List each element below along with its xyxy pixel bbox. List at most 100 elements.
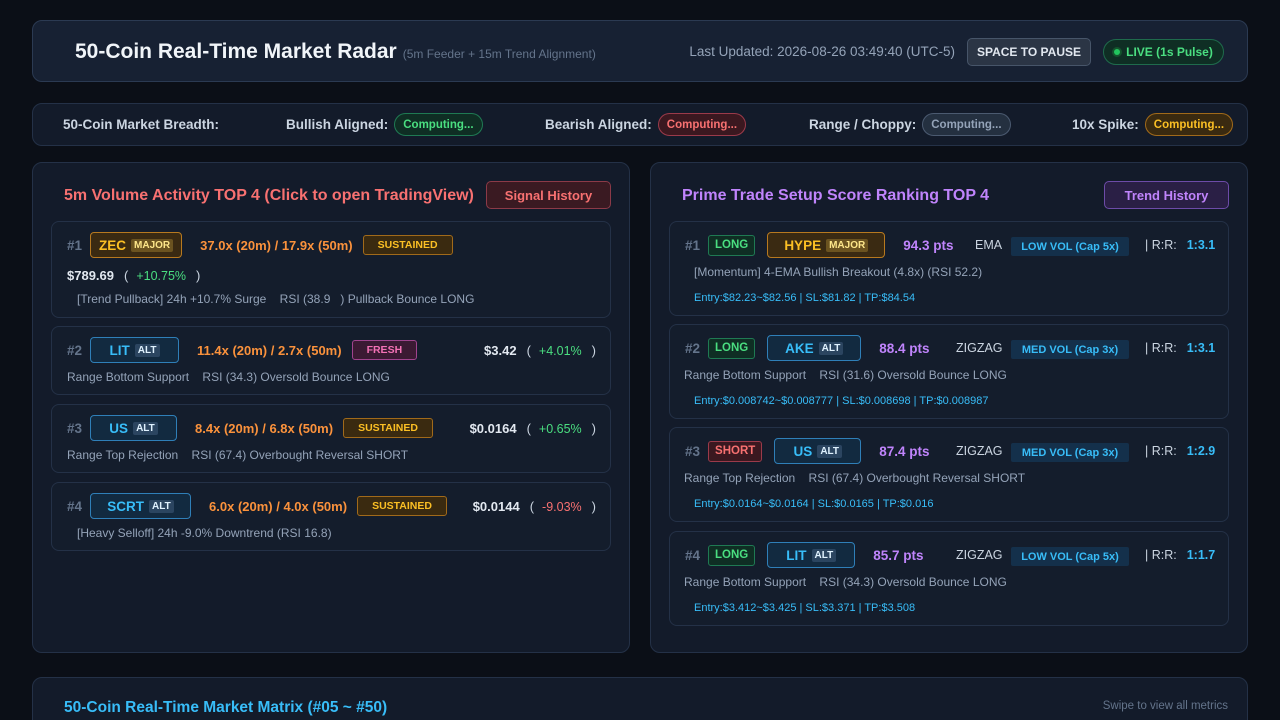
item-rank: #3 [685, 443, 701, 459]
volatility-badge: LOW VOL (Cap 5x) [1011, 547, 1129, 566]
live-status-label: LIVE (1s Pulse) [1126, 45, 1213, 59]
rr-label: | R:R: [1145, 548, 1177, 562]
setup-score: 94.3 pts [903, 237, 954, 253]
matrix-title: 50-Coin Real-Time Market Matrix (#05 ~ #… [64, 699, 388, 716]
direction-badge: LONG [708, 234, 756, 256]
volume-activity-panel: 5m Volume Activity TOP 4 (Click to open … [32, 162, 630, 653]
direction-badge: LONG [708, 337, 756, 359]
setup-score: 87.4 pts [879, 443, 930, 459]
coin-badge-scrt[interactable]: SCRT ALT [90, 493, 192, 519]
setup-score: 85.7 pts [873, 547, 924, 563]
status-badge: SUSTAINED [362, 235, 453, 255]
price-change: +4.01% [538, 343, 582, 358]
volume-multiplier: 11.4x (20m) / 2.7x (50m) [197, 342, 342, 358]
setup-description: Range Bottom Support RSI (34.3) Oversold… [684, 575, 1007, 589]
item-rank: #3 [67, 420, 83, 436]
last-updated-text: Last Updated: 2026-08-26 03:49:40 (UTC-5… [689, 44, 955, 59]
setup-panel-title: Prime Trade Setup Score Ranking TOP 4 [682, 187, 990, 204]
signal-history-button[interactable]: Signal History [486, 181, 611, 209]
signal-description: Range Bottom Support RSI (34.3) Oversold… [67, 370, 390, 384]
volatility-badge: LOW VOL (Cap 5x) [1011, 237, 1129, 256]
coin-badge-zec[interactable]: ZEC MAJOR [90, 232, 183, 258]
setup-description: Range Bottom Support RSI (31.6) Oversold… [684, 368, 1007, 382]
setup-method: ZIGZAG [956, 444, 1003, 458]
major-tag: MAJOR [131, 238, 174, 252]
price-change: +0.65% [538, 421, 582, 436]
coin-badge-lit[interactable]: LIT ALT [90, 337, 180, 363]
status-badge: SUSTAINED [343, 418, 433, 438]
status-badge: SUSTAINED [357, 496, 447, 516]
price-change: -9.03% [542, 499, 582, 514]
bullish-label: Bullish Aligned: [286, 117, 389, 132]
volume-multiplier: 37.0x (20m) / 17.9x (50m) [200, 237, 353, 253]
swipe-hint: Swipe to view all metrics [1102, 700, 1228, 712]
range-value-badge: Computing... [922, 113, 1011, 136]
spike-label: 10x Spike: [1072, 117, 1139, 132]
market-matrix-panel: 50-Coin Real-Time Market Matrix (#05 ~ #… [32, 677, 1248, 720]
volume-item-lit[interactable]: #2 LIT ALT 11.4x (20m) / 2.7x (50m) FRESH… [51, 326, 611, 395]
pause-button[interactable]: SPACE TO PAUSE [967, 38, 1091, 66]
setup-item-hype[interactable]: #1 LONG HYPE MAJOR 94.3 pts EMA LOW VOL (… [669, 221, 1229, 316]
coin-badge-lit[interactable]: LIT ALT [767, 542, 856, 568]
rr-value: 1:2.9 [1186, 444, 1216, 458]
volume-item-scrt[interactable]: #4 SCRT ALT 6.0x (20m) / 4.0x (50m) SUSTA… [51, 482, 611, 551]
rr-label: | R:R: [1145, 444, 1177, 458]
breadth-bullish: Bullish Aligned: Computing... [286, 113, 483, 136]
rr-value: 1:3.1 [1186, 341, 1216, 355]
item-rank: #1 [685, 237, 701, 253]
page-title: 50-Coin Real-Time Market Radar (5m Feeder… [75, 40, 596, 63]
alt-tag: ALT [149, 499, 174, 513]
bearish-label: Bearish Aligned: [545, 117, 652, 132]
market-breadth-bar: 50-Coin Market Breadth: Bullish Aligned:… [32, 103, 1248, 146]
direction-badge: LONG [708, 544, 756, 566]
breadth-bearish: Bearish Aligned: Computing... [545, 113, 747, 136]
alt-tag: ALT [811, 548, 837, 562]
price-value: $0.0164 [469, 421, 517, 436]
setup-method: ZIGZAG [956, 341, 1003, 355]
setup-item-ake[interactable]: #2 LONG AKE ALT 88.4 pts ZIGZAG MED VOL (… [669, 324, 1229, 419]
volume-panel-title: 5m Volume Activity TOP 4 (Click to open … [64, 187, 474, 204]
alt-tag: ALT [134, 343, 160, 357]
price-value: $0.0144 [472, 499, 520, 514]
item-rank: #4 [67, 498, 83, 514]
coin-badge-us[interactable]: US ALT [774, 438, 862, 464]
coin-badge-us[interactable]: US ALT [90, 415, 178, 441]
volume-item-zec[interactable]: #1 ZEC MAJOR 37.0x (20m) / 17.9x (50m) SU… [51, 221, 611, 318]
setup-item-us[interactable]: #3 SHORT US ALT 87.4 pts ZIGZAG MED VOL (… [669, 427, 1229, 522]
setup-item-lit[interactable]: #4 LONG LIT ALT 85.7 pts ZIGZAG LOW VOL (… [669, 531, 1229, 626]
price-change: +10.75% [136, 268, 187, 283]
volume-multiplier: 8.4x (20m) / 6.8x (50m) [195, 420, 334, 436]
live-status-badge[interactable]: LIVE (1s Pulse) [1103, 39, 1224, 65]
trade-setup-panel: Prime Trade Setup Score Ranking TOP 4 Tr… [650, 162, 1248, 653]
range-label: Range / Choppy: [809, 117, 917, 132]
major-tag: MAJOR [826, 238, 869, 252]
bearish-value-badge: Computing... [657, 113, 747, 136]
signal-description: Range Top Rejection RSI (67.4) Overbough… [67, 448, 409, 462]
item-rank: #2 [685, 340, 701, 356]
entry-levels: Entry:$3.412~$3.425 | SL:$3.371 | TP:$3.… [694, 602, 916, 614]
direction-badge: SHORT [708, 440, 763, 462]
volume-item-us[interactable]: #3 US ALT 8.4x (20m) / 6.8x (50m) SUSTAIN… [51, 404, 611, 473]
alt-tag: ALT [817, 444, 843, 458]
rr-value: 1:1.7 [1186, 548, 1216, 562]
coin-badge-hype[interactable]: HYPE MAJOR [767, 232, 886, 258]
coin-badge-ake[interactable]: AKE ALT [767, 335, 862, 361]
rr-label: | R:R: [1145, 341, 1177, 355]
item-rank: #1 [67, 237, 83, 253]
setup-method: ZIGZAG [956, 548, 1003, 562]
signal-description: [Heavy Selloff] 24h -9.0% Downtrend (RSI… [77, 526, 332, 540]
entry-levels: Entry:$82.23~$82.56 | SL:$81.82 | TP:$84… [694, 292, 916, 304]
breadth-spike: 10x Spike: Computing... [1072, 113, 1234, 136]
trend-history-button[interactable]: Trend History [1104, 181, 1229, 209]
breadth-range: Range / Choppy: Computing... [809, 113, 1011, 136]
header-bar: 50-Coin Real-Time Market Radar (5m Feeder… [32, 20, 1248, 82]
alt-tag: ALT [818, 341, 844, 355]
setup-method: EMA [975, 238, 1003, 252]
entry-levels: Entry:$0.0164~$0.0164 | SL:$0.0165 | TP:… [694, 498, 934, 510]
breadth-label: 50-Coin Market Breadth: [63, 117, 220, 132]
alt-tag: ALT [133, 421, 158, 435]
volume-multiplier: 6.0x (20m) / 4.0x (50m) [209, 498, 348, 514]
setup-description: Range Top Rejection RSI (67.4) Overbough… [684, 471, 1026, 485]
volatility-badge: MED VOL (Cap 3x) [1011, 340, 1129, 359]
live-dot-icon [1114, 49, 1121, 55]
